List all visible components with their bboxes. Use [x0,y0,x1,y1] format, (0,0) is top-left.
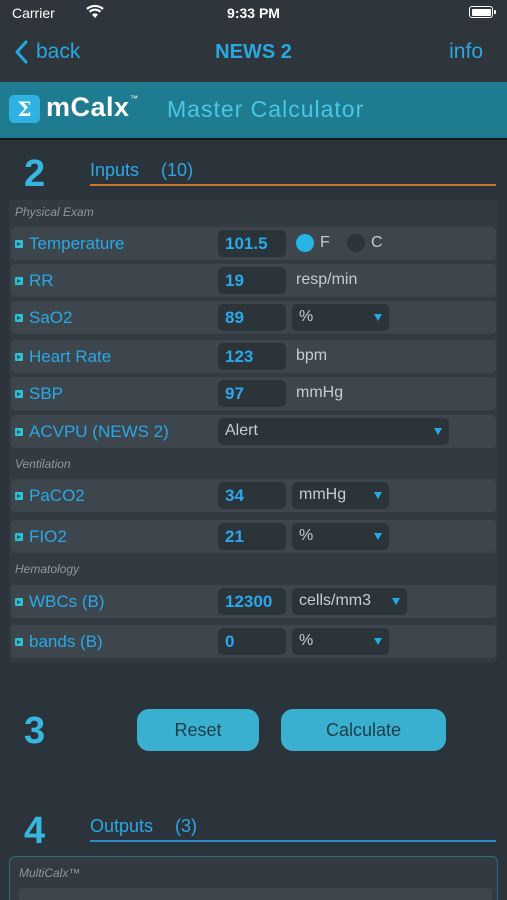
expand-arrow-icon[interactable] [15,533,23,541]
field-label-acvpu[interactable]: ACVPU (NEWS 2) [29,422,169,442]
category-physical-exam: Physical Exam [15,205,94,219]
field-row-wbcs: WBCs (B) 12300 cells/mm3 [11,585,496,618]
field-label-sbp[interactable]: SBP [29,384,63,404]
field-label-bands[interactable]: bands (B) [29,632,103,652]
field-row-rr: RR 19 resp/min [11,264,496,297]
heart-rate-input[interactable]: 123 [218,343,286,370]
field-label-heart-rate[interactable]: Heart Rate [29,347,111,367]
dropdown-caret-icon [392,598,400,605]
radio-c-label: C [371,234,383,251]
calculate-button[interactable]: Calculate [281,709,446,751]
field-row-sao2: SaO2 89 % [11,301,496,334]
rr-unit: resp/min [296,271,358,288]
field-label-paco2[interactable]: PaCO2 [29,486,85,506]
info-button[interactable]: info [449,40,483,64]
expand-arrow-icon[interactable] [15,277,23,285]
nav-bar: back NEWS 2 info [0,26,507,82]
status-bar: Carrier 9:33 PM [0,0,507,26]
temperature-input[interactable]: 101.5 [218,230,286,257]
expand-arrow-icon[interactable] [15,638,23,646]
dropdown-caret-icon [374,533,382,540]
field-label-wbcs[interactable]: WBCs (B) [29,592,105,612]
radio-c[interactable] [347,234,365,252]
expand-arrow-icon[interactable] [15,353,23,361]
output-row-partial [19,888,492,900]
category-hematology: Hematology [15,562,80,576]
field-row-bands: bands (B) 0 % [11,625,496,658]
sbp-unit: mmHg [296,384,344,401]
fio2-unit-select[interactable]: % [292,523,389,550]
dropdown-caret-icon [434,428,442,435]
paco2-unit-select[interactable]: mmHg [292,482,389,509]
section-number-inputs: 2 [24,153,46,195]
battery-icon [469,6,496,18]
bands-unit-value: % [299,632,314,649]
wbcs-input[interactable]: 12300 [218,588,286,615]
expand-arrow-icon[interactable] [15,428,23,436]
inputs-title: Inputs [90,160,140,180]
paco2-input[interactable]: 34 [218,482,286,509]
acvpu-select[interactable]: Alert [218,418,449,445]
rr-input[interactable]: 19 [218,267,286,294]
fio2-input[interactable]: 21 [218,523,286,550]
wbcs-unit-select[interactable]: cells/mm3 [292,588,407,615]
section-number-actions: 3 [24,710,46,752]
field-row-temperature: Temperature 101.5 F C [11,227,496,260]
outputs-divider [90,840,496,842]
sao2-unit-value: % [299,308,314,325]
sao2-unit-select[interactable]: % [292,304,389,331]
field-row-heart-rate: Heart Rate 123 bpm [11,340,496,373]
expand-arrow-icon[interactable] [15,492,23,500]
sigma-logo-icon: Σ [9,95,40,123]
field-row-fio2: FIO2 21 % [11,520,496,553]
fio2-unit-value: % [299,527,314,544]
sao2-input[interactable]: 89 [218,304,286,331]
wbcs-unit-value: cells/mm3 [299,592,372,609]
field-label-temperature[interactable]: Temperature [29,234,124,254]
outputs-panel: MultiCalx™ [9,856,498,900]
acvpu-value: Alert [225,422,258,439]
radio-f[interactable] [296,234,314,252]
outputs-title: Outputs [90,816,154,836]
expand-arrow-icon[interactable] [15,240,23,248]
heart-rate-unit: bpm [296,347,328,364]
expand-arrow-icon[interactable] [15,390,23,398]
field-row-sbp: SBP 97 mmHg [11,377,496,410]
paco2-unit-value: mmHg [299,486,347,503]
field-label-rr[interactable]: RR [29,271,54,291]
multicalx-label: MultiCalx™ [19,866,81,880]
reset-button[interactable]: Reset [137,709,259,751]
expand-arrow-icon[interactable] [15,598,23,606]
clock: 9:33 PM [227,5,280,21]
outputs-count: (3) [175,816,198,836]
field-label-fio2[interactable]: FIO2 [29,527,67,547]
field-label-sao2[interactable]: SaO2 [29,308,72,328]
radio-f-label: F [320,234,330,251]
inputs-count: (10) [161,160,194,180]
outputs-header: Outputs (3) [90,816,197,837]
brand-subtitle: Master Calculator [167,96,365,122]
expand-arrow-icon[interactable] [15,314,23,322]
nav-title: NEWS 2 [215,41,292,63]
inputs-header: Inputs (10) [90,160,193,181]
dropdown-caret-icon [374,638,382,645]
inputs-divider [90,184,496,186]
sbp-input[interactable]: 97 [218,380,286,407]
bands-unit-select[interactable]: % [292,628,389,655]
brand-banner: Σ mCalx ™ Master Calculator [0,82,507,140]
field-row-acvpu: ACVPU (NEWS 2) Alert [11,415,496,448]
field-row-paco2: PaCO2 34 mmHg [11,479,496,512]
bands-input[interactable]: 0 [218,628,286,655]
category-ventilation: Ventilation [15,457,71,471]
trademark-mark: ™ [130,94,138,103]
logo-text: mCalx [46,92,130,122]
section-number-outputs: 4 [24,810,46,852]
dropdown-caret-icon [374,314,382,321]
dropdown-caret-icon [374,492,382,499]
